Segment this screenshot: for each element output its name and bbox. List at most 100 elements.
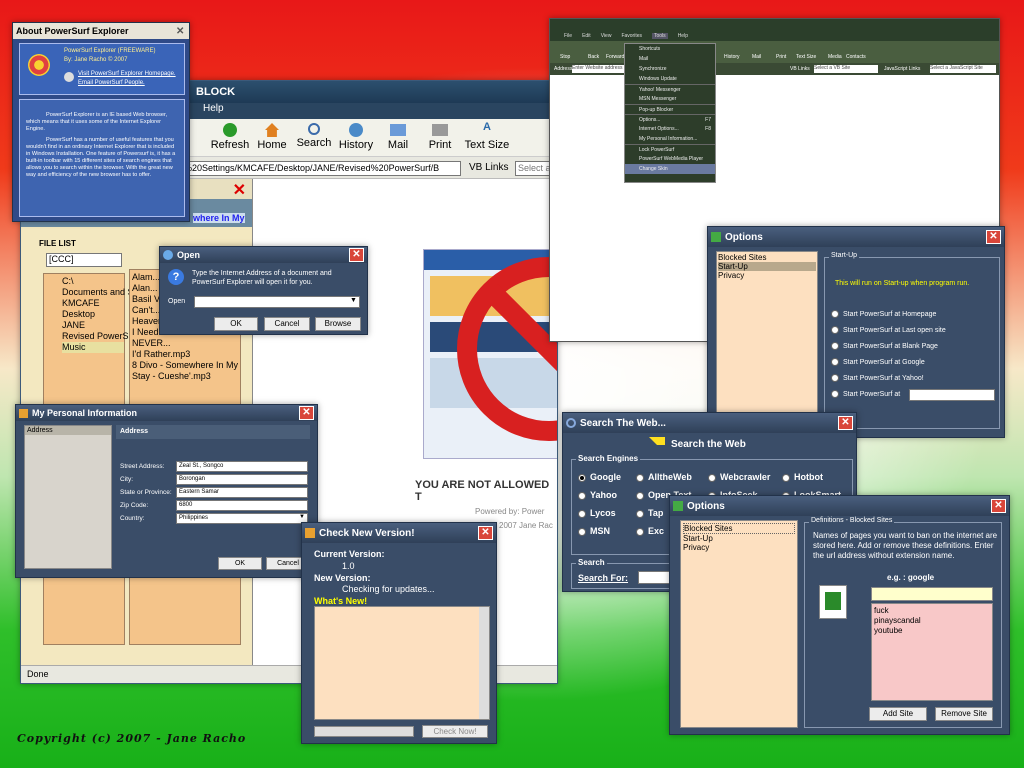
engine-google[interactable]: Google — [578, 472, 621, 482]
remove-site-button[interactable]: Remove Site — [935, 707, 993, 721]
tree-item[interactable]: C:\ — [62, 276, 124, 287]
stop-button[interactable]: Stop — [560, 54, 570, 60]
radio-homepage[interactable]: Start PowerSurf at Homepage — [831, 310, 936, 318]
radio-yahoo[interactable]: Start PowerSurf at Yahoo! — [831, 374, 924, 382]
close-button[interactable]: ✕ — [349, 248, 364, 262]
mail-button[interactable]: Mail — [752, 54, 761, 60]
home-button[interactable]: Home — [251, 121, 293, 151]
print-button[interactable]: Print — [776, 54, 786, 60]
engine-lycos[interactable]: Lycos — [578, 508, 616, 518]
tree-item[interactable]: Music — [62, 342, 124, 353]
menu-item[interactable]: Change Skin — [625, 164, 715, 174]
text-size-button[interactable]: Text Size — [796, 54, 816, 60]
list-item-startup[interactable]: Start-Up — [718, 262, 816, 271]
menu-item[interactable]: Shortcuts — [625, 44, 715, 54]
country-select[interactable]: Philippines — [176, 513, 308, 524]
menu-item[interactable]: PowerSurf WebMedia Player — [625, 154, 715, 164]
file-item[interactable]: I'd Rather.mp3 — [132, 349, 240, 360]
tree-item[interactable]: Revised PowerS — [62, 331, 129, 342]
engine-tap[interactable]: Tap — [636, 508, 663, 518]
engine-msn[interactable]: MSN — [578, 526, 610, 536]
list-item-privacy[interactable]: Privacy — [683, 543, 795, 552]
menu-view[interactable]: View — [601, 33, 612, 39]
close-button[interactable]: ✕ — [986, 230, 1001, 244]
chevron-down-icon[interactable]: ▼ — [350, 297, 357, 304]
email-link[interactable]: Email PowerSurf People. — [78, 80, 145, 86]
site-input[interactable] — [871, 587, 993, 601]
menu-tools[interactable]: Tools — [652, 33, 668, 39]
list-item[interactable]: fuck — [874, 606, 990, 616]
engine-exc[interactable]: Exc — [636, 526, 664, 536]
radio-custom[interactable]: Start PowerSurf at — [831, 390, 900, 398]
js-site-select[interactable]: Select a JavaScript Site — [930, 65, 996, 73]
chevron-down-icon[interactable]: ▼ — [299, 514, 305, 520]
back-button[interactable]: Back — [588, 54, 599, 60]
print-button[interactable]: Print — [419, 121, 461, 151]
menu-item[interactable]: Windows Update — [625, 74, 715, 84]
city-field[interactable]: Borongan — [176, 474, 308, 485]
menu-help[interactable]: Help — [203, 103, 224, 114]
file-item[interactable]: 8 Divo - Somewhere In My Pa... — [132, 360, 240, 371]
list-item-blocked[interactable]: Blocked Sites — [683, 523, 795, 534]
menu-help[interactable]: Help — [678, 33, 688, 39]
vb-links-label[interactable]: VB Links — [469, 162, 508, 173]
history-button[interactable]: History — [335, 121, 377, 151]
media-link[interactable]: where In My — [193, 213, 245, 223]
scrollbar[interactable] — [479, 607, 489, 719]
list-item[interactable]: youtube — [874, 626, 990, 636]
close-button[interactable]: ✕ — [299, 406, 314, 420]
history-button[interactable]: History — [724, 54, 740, 60]
address-input[interactable]: Enter Website address — [572, 65, 624, 73]
menu-item[interactable]: Pop-up Blocker — [625, 104, 715, 114]
list-item-blocked[interactable]: Blocked Sites — [718, 253, 816, 262]
close-icon[interactable]: ✕ — [176, 26, 186, 37]
custom-site-input[interactable] — [909, 389, 995, 401]
tree-item[interactable]: Desktop — [62, 309, 124, 320]
drive-select[interactable]: [CCC] — [46, 253, 122, 267]
text-size-button[interactable]: A Text Size — [461, 121, 513, 151]
engine-alltheweb[interactable]: AlltheWeb — [636, 472, 692, 482]
state-field[interactable]: Eastern Samar — [176, 487, 308, 498]
zip-field[interactable]: 6800 — [176, 500, 308, 511]
engine-yahoo[interactable]: Yahoo — [578, 490, 617, 500]
ok-button[interactable]: OK — [218, 557, 262, 570]
menu-item[interactable]: Lock PowerSurf — [625, 144, 715, 154]
menu-item[interactable]: Internet Options... F8 — [625, 124, 715, 134]
open-input[interactable] — [194, 296, 360, 308]
list-item[interactable]: pinayscandal — [874, 616, 990, 626]
menu-item[interactable]: Options... F7 — [625, 114, 715, 124]
refresh-button[interactable]: Refresh — [209, 121, 251, 151]
mail-button[interactable]: Mail — [377, 121, 419, 151]
close-button[interactable]: ✕ — [991, 499, 1006, 513]
list-item-privacy[interactable]: Privacy — [718, 271, 816, 280]
radio-blank[interactable]: Start PowerSurf at Blank Page — [831, 342, 938, 350]
cancel-button[interactable]: Cancel — [264, 317, 310, 331]
file-item[interactable]: Stay - Cueshe'.mp3 — [132, 371, 240, 382]
radio-last-site[interactable]: Start PowerSurf at Last open site — [831, 326, 946, 334]
homepage-link[interactable]: Visit PowerSurf Explorer Homepage. — [78, 71, 176, 77]
close-icon[interactable]: ✕ — [233, 180, 246, 200]
search-button[interactable]: Search — [293, 121, 335, 151]
ok-button[interactable]: OK — [214, 317, 258, 331]
contacts-button[interactable]: Contacts — [846, 54, 866, 60]
add-site-button[interactable]: Add Site — [869, 707, 927, 721]
check-now-button[interactable]: Check Now! — [422, 725, 488, 738]
tree-item[interactable]: Documents and S — [62, 287, 134, 298]
list-item-address[interactable]: Address — [25, 426, 111, 435]
menu-edit[interactable]: Edit — [582, 33, 591, 39]
close-button[interactable]: ✕ — [478, 526, 493, 540]
radio-google[interactable]: Start PowerSurf at Google — [831, 358, 925, 366]
file-item[interactable]: NEVER... — [132, 338, 240, 349]
tree-item[interactable]: KMCAFE — [62, 298, 124, 309]
vb-site-select[interactable]: Select a VB Site — [814, 65, 878, 73]
engine-webcrawler[interactable]: Webcrawler — [708, 472, 770, 482]
street-field[interactable]: Zeal St., Songco — [176, 461, 308, 472]
engine-hotbot[interactable]: Hotbot — [782, 472, 823, 482]
forward-button[interactable]: Forward — [606, 54, 624, 60]
menu-item[interactable]: Yahoo! Messenger — [625, 84, 715, 94]
media-button[interactable]: Media — [828, 54, 842, 60]
tree-item[interactable]: JANE — [62, 320, 124, 331]
browse-button[interactable]: Browse — [315, 317, 361, 331]
menu-favorites[interactable]: Favorites — [621, 33, 642, 39]
list-item-startup[interactable]: Start-Up — [683, 534, 795, 543]
